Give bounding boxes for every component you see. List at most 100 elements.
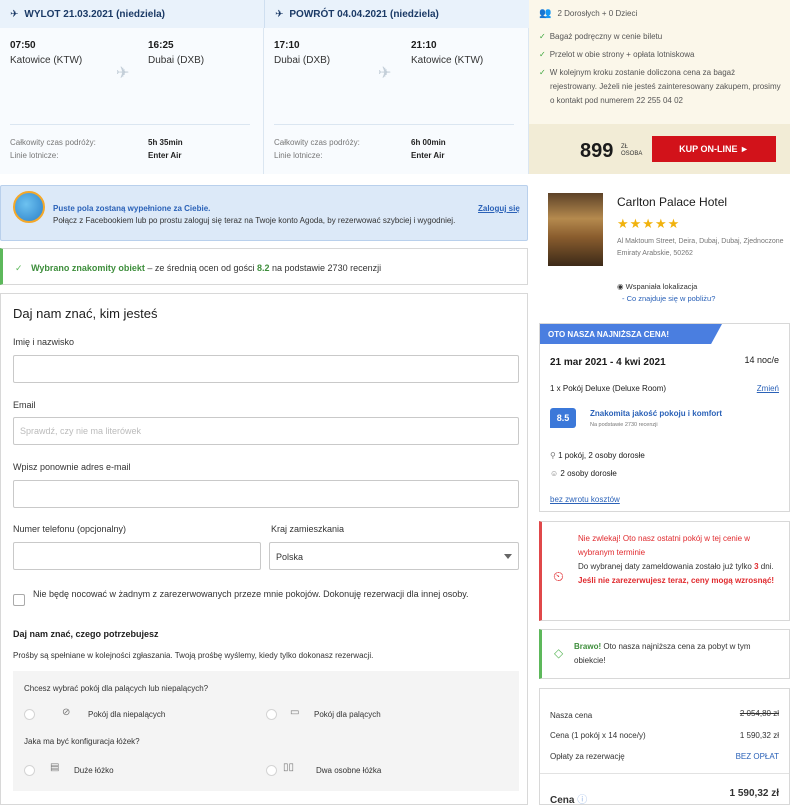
- double-bed-label: Duże łóżko: [74, 766, 114, 775]
- alert-text-a: Do wybranej daty zameldowania zostało ju…: [578, 562, 755, 571]
- whats-nearby-link[interactable]: - Co znajduje się w pobliżu?: [622, 294, 715, 303]
- passengers: 👥 2 Dorosłych + 0 Dzieci: [539, 8, 637, 19]
- last-room-alert: ⏲ Nie zwlekaj! Oto nasz ostatni pokój w …: [539, 521, 790, 621]
- email-input[interactable]: [13, 417, 519, 445]
- special-requests-panel: Chcesz wybrać pokój dla palących lub nie…: [13, 671, 519, 791]
- plane-landing-icon: ✈: [275, 8, 284, 20]
- buy-online-button[interactable]: KUP ON-LINE ►: [652, 136, 776, 162]
- outbound-details: 07:50 Katowice (KTW) 16:25 Dubai (DXB) ✈…: [0, 28, 264, 174]
- total-value: 1 590,32 zł: [729, 788, 779, 799]
- change-room-link[interactable]: Zmień: [757, 384, 779, 393]
- plane-icon: ✈: [116, 65, 130, 82]
- non-smoking-label: Pokój dla niepalących: [88, 710, 166, 719]
- inbound-duration: 6h 00min: [411, 138, 446, 147]
- price-breakdown: Nasza cena 2 054,80 zł Cena (1 pokój x 1…: [539, 688, 790, 806]
- room-price-value: 1 590,32 zł: [739, 731, 779, 740]
- feature-text: Bagaż podręczny w cenie biletu: [549, 32, 663, 41]
- outbound-dep-city: Katowice (KTW): [10, 55, 83, 66]
- booking-fee-label: Opłaty za rezerwację: [550, 752, 625, 761]
- feature-text: Przelot w obie strony + opłata lotniskow…: [549, 50, 695, 59]
- room-score-sub: Na podstawie 2730 recenzji: [590, 422, 658, 428]
- twin-beds-label: Dwa osobne łóżka: [316, 766, 382, 775]
- best-price-strong: Brawo!: [574, 642, 602, 651]
- info-icon[interactable]: ⓘ: [577, 795, 587, 806]
- phone-input[interactable]: [13, 542, 261, 570]
- outbound-dep-time: 07:50: [10, 40, 36, 51]
- double-bed-radio[interactable]: [24, 765, 35, 776]
- name-label: Imię i nazwisko: [13, 337, 75, 347]
- autofill-banner: Puste pola zostaną wypełnione za Ciebie.…: [0, 185, 528, 241]
- feature-item: ✓ Bagaż podręczny w cenie biletu: [539, 30, 784, 44]
- outbound-duration-label: Całkowity czas podróży:: [10, 138, 96, 147]
- inbound-dep-time: 17:10: [274, 40, 300, 51]
- lowest-price-banner: OTO NASZA NAJNIŻSZA CENA!: [540, 324, 722, 344]
- hotel-address: Al Maktoum Street, Deira, Dubaj, Dubaj, …: [617, 238, 784, 257]
- room-score-text: Znakomita jakość pokoju i komfort: [590, 409, 723, 418]
- clock-icon: ⏲: [553, 568, 564, 584]
- adults-label: 2 osoby dorosłe: [560, 469, 617, 478]
- check-icon: ✓: [539, 68, 546, 77]
- feature-item: ✓ Przelot w obie strony + opłata lotnisko…: [539, 48, 784, 62]
- hotel-card: Carlton Palace Hotel ★★★★★ Al Maktoum St…: [540, 185, 790, 315]
- outbound-header-label: WYLOT 21.03.2021 (niedziela): [24, 8, 165, 20]
- smoking-label: Pokój dla palących: [314, 710, 381, 719]
- flight-summary: ✈ WYLOT 21.03.2021 (niedziela) ✈ POWRÓT …: [0, 0, 790, 174]
- best-price-text: Brawo! Oto nasza najniższa cena za pobyt…: [574, 640, 784, 668]
- last-room-title: Nie zwlekaj! Oto nasz ostatni pokój w te…: [578, 534, 751, 557]
- globe-icon: [13, 191, 45, 223]
- inbound-airline: Enter Air: [411, 151, 445, 160]
- our-price-label: Nasza cena: [550, 711, 593, 720]
- outbound-arr-city: Dubai (DXB): [148, 55, 205, 66]
- hotel-photo[interactable]: [548, 193, 603, 266]
- country-label: Kraj zamieszkania: [271, 524, 345, 534]
- nights-count: 14 noc/e: [744, 355, 779, 365]
- name-input[interactable]: [13, 355, 519, 383]
- outbound-duration: 5h 35min: [148, 138, 183, 147]
- cancellation-policy-link[interactable]: bez zwrotu kosztów: [550, 495, 620, 504]
- location-rating: ◉ Wspaniała lokalizacja: [617, 282, 697, 291]
- guest-details-form: Daj nam znać, kim jesteś Imię i nazwisko…: [0, 293, 528, 805]
- good-choice-text: ✓ Wybrano znakomity obiekt – ze średnią …: [15, 263, 381, 274]
- email-confirm-input[interactable]: [13, 480, 519, 508]
- good-choice-middle: – ze średnią ocen od gości: [144, 263, 257, 273]
- best-price-notice: ◇ Brawo! Oto nasza najniższa cena za pob…: [539, 629, 790, 679]
- country-value: Polska: [276, 552, 304, 562]
- autofill-text: Połącz z Facebookiem lub po prostu zalog…: [53, 216, 456, 225]
- country-select[interactable]: Polska: [269, 542, 519, 570]
- non-smoking-radio[interactable]: [24, 709, 35, 720]
- check-icon: ✓: [539, 50, 546, 59]
- login-link[interactable]: Zaloguj się: [478, 204, 520, 213]
- feature-text: W kolejnym kroku zostanie doliczona cena…: [549, 68, 781, 105]
- location-pin-icon: ◉: [617, 282, 626, 291]
- needs-text: Prośby są spełniane w kolejności zgłasza…: [13, 651, 374, 660]
- plane-takeoff-icon: ✈: [10, 8, 19, 20]
- best-price-body: Oto nasza najniższa cena za pobyt w tym …: [574, 642, 751, 665]
- person-icon: ⚲: [550, 451, 559, 460]
- people-icon: 👥: [539, 8, 552, 19]
- price-unit: ZŁ OSOBA: [621, 144, 642, 158]
- inbound-details: 17:10 Dubai (DXB) 21:10 Katowice (KTW) ✈…: [264, 28, 529, 174]
- needs-title: Daj nam znać, czego potrzebujesz: [13, 629, 159, 639]
- flight-price: 899: [580, 140, 614, 162]
- hotel-name: Carlton Palace Hotel: [617, 195, 728, 209]
- outbound-header: ✈ WYLOT 21.03.2021 (niedziela): [0, 0, 264, 28]
- room-type: 1 x Pokój Deluxe (Deluxe Room): [550, 384, 667, 393]
- twin-beds-radio[interactable]: [266, 765, 277, 776]
- inbound-duration-label: Całkowity czas podróży:: [274, 138, 360, 147]
- alert-text-c: Jeśli nie zarezerwujesz teraz, ceny mogą…: [578, 576, 775, 585]
- price-currency: ZŁ: [621, 144, 629, 150]
- plane-icon: ✈: [378, 65, 392, 82]
- no-smoking-icon: ⊘: [62, 707, 71, 718]
- not-staying-checkbox[interactable]: [13, 594, 25, 606]
- star-rating-icon: ★★★★★: [617, 216, 681, 231]
- good-choice-end: na podstawie 2730 recenzji: [269, 263, 382, 273]
- smoking-question: Chcesz wybrać pokój dla palących lub nie…: [24, 684, 209, 693]
- phone-label: Numer telefonu (opcjonalny): [13, 524, 127, 534]
- outbound-airline: Enter Air: [148, 151, 182, 160]
- smoking-radio[interactable]: [266, 709, 277, 720]
- outbound-airline-label: Linie lotnicze:: [10, 151, 59, 160]
- room-score-badge: 8.5: [550, 408, 576, 428]
- inbound-arr-time: 21:10: [411, 40, 437, 51]
- price-per: OSOBA: [621, 151, 643, 157]
- inbound-header: ✈ POWRÓT 04.04.2021 (niedziela): [264, 0, 529, 28]
